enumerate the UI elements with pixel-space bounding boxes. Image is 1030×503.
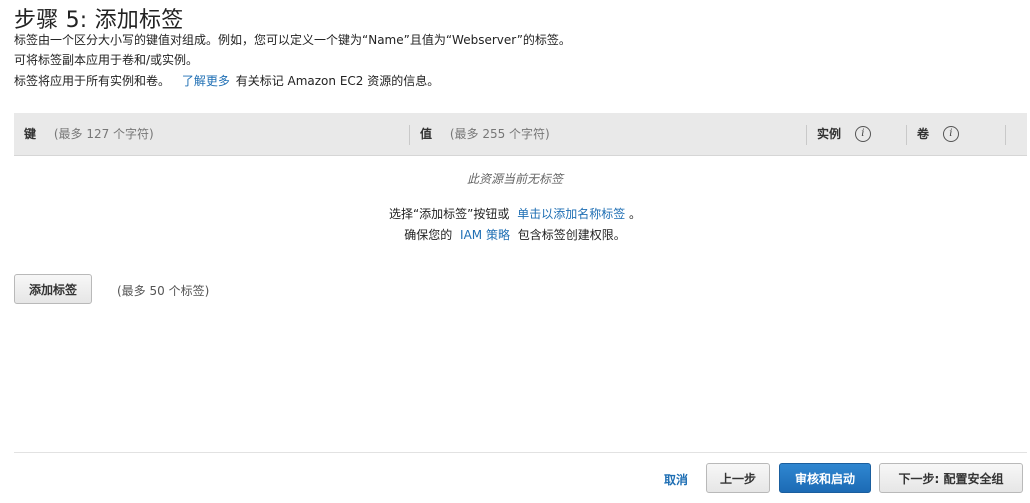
iam-policy-link[interactable]: IAM 策略 <box>460 228 510 242</box>
description-line-1: 标签由一个区分大小写的键值对组成。例如，您可以定义一个键为“Name”且值为“W… <box>14 33 571 47</box>
previous-button[interactable]: 上一步 <box>706 463 770 493</box>
column-instances: 实例 i <box>817 113 871 155</box>
column-divider <box>906 125 907 145</box>
learn-more-link[interactable]: 了解更多 <box>182 74 230 88</box>
description-line-2: 可将标签副本应用于卷和/或实例。 <box>14 53 199 67</box>
tags-table-header: 键 (最多 127 个字符) 值 (最多 255 个字符) 实例 i 卷 i <box>14 113 1027 156</box>
empty-line-1-suffix: 。 <box>629 207 642 221</box>
description-line-3-prefix: 标签将应用于所有实例和卷。 <box>14 74 171 88</box>
column-instances-label: 实例 <box>817 127 842 141</box>
max-tags-hint: (最多 50 个标签) <box>117 284 210 298</box>
review-and-launch-button[interactable]: 审核和启动 <box>779 463 871 493</box>
empty-state-message: 此资源当前无标签 <box>466 172 563 186</box>
column-divider <box>1005 125 1006 145</box>
add-tag-button[interactable]: 添加标签 <box>14 274 92 304</box>
footer-divider <box>14 452 1027 453</box>
empty-line-2-prefix: 确保您的 <box>404 228 453 242</box>
page-title: 步骤 5: 添加标签 <box>14 8 184 33</box>
empty-state-line-1: 选择“添加标签”按钮或 单击以添加名称标签 。 <box>0 205 1030 222</box>
column-divider <box>409 125 410 145</box>
empty-line-1-prefix: 选择“添加标签”按钮或 <box>388 207 510 221</box>
column-key-label: 键 <box>24 127 37 141</box>
cancel-link[interactable]: 取消 <box>664 471 688 488</box>
add-name-tag-link[interactable]: 单击以添加名称标签 <box>517 207 625 221</box>
column-value-hint: (最多 255 个字符) <box>449 127 550 141</box>
column-value-label: 值 <box>420 127 433 141</box>
empty-line-2-suffix: 包含标签创建权限。 <box>517 228 626 242</box>
description-line-3: 标签将应用于所有实例和卷。 了解更多 有关标记 Amazon EC2 资源的信息… <box>14 74 439 88</box>
column-key-hint: (最多 127 个字符) <box>53 127 154 141</box>
column-divider <box>806 125 807 145</box>
empty-state-line-2: 确保您的 IAM 策略 包含标签创建权限。 <box>0 226 1030 243</box>
next-configure-security-group-button[interactable]: 下一步: 配置安全组 <box>879 463 1023 493</box>
description-line-3-suffix: 有关标记 Amazon EC2 资源的信息。 <box>235 74 440 88</box>
volumes-info-icon[interactable]: i <box>942 125 959 142</box>
column-key: 键 (最多 127 个字符) <box>24 113 154 155</box>
column-volumes: 卷 i <box>917 113 959 155</box>
column-value: 值 (最多 255 个字符) <box>420 113 550 155</box>
instances-info-icon[interactable]: i <box>854 125 871 142</box>
column-volumes-label: 卷 <box>917 127 930 141</box>
